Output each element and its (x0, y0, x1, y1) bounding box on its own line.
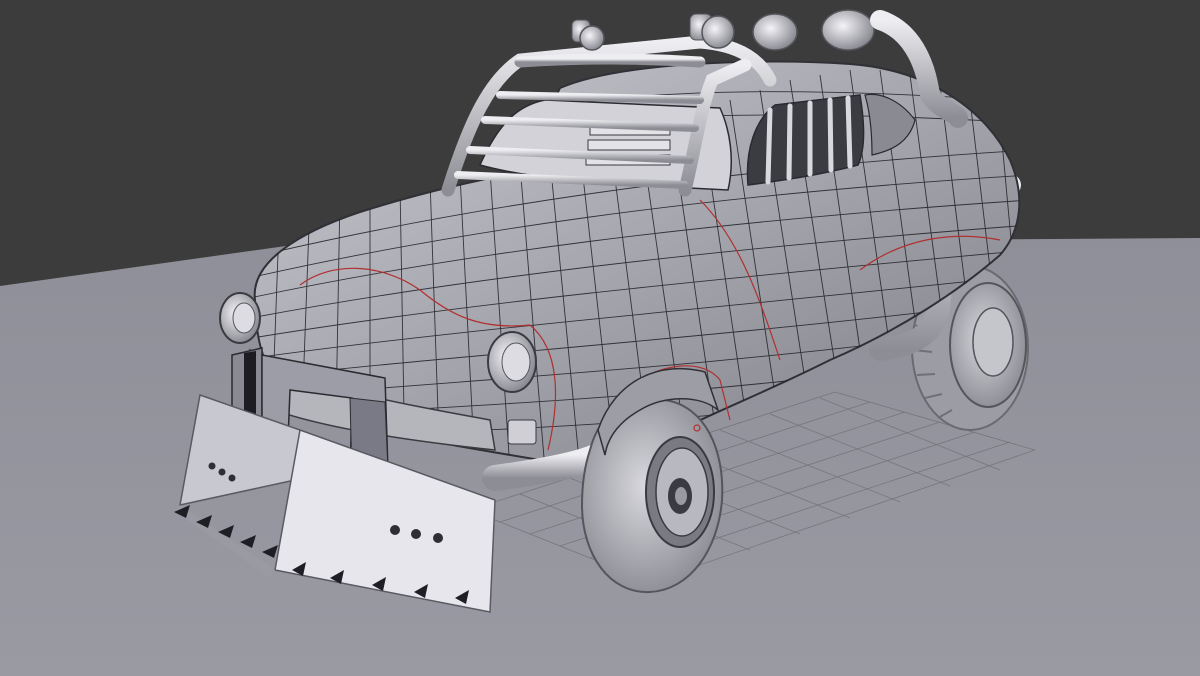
3d-viewport[interactable] (0, 0, 1200, 676)
viewport-scene[interactable] (0, 0, 1200, 676)
